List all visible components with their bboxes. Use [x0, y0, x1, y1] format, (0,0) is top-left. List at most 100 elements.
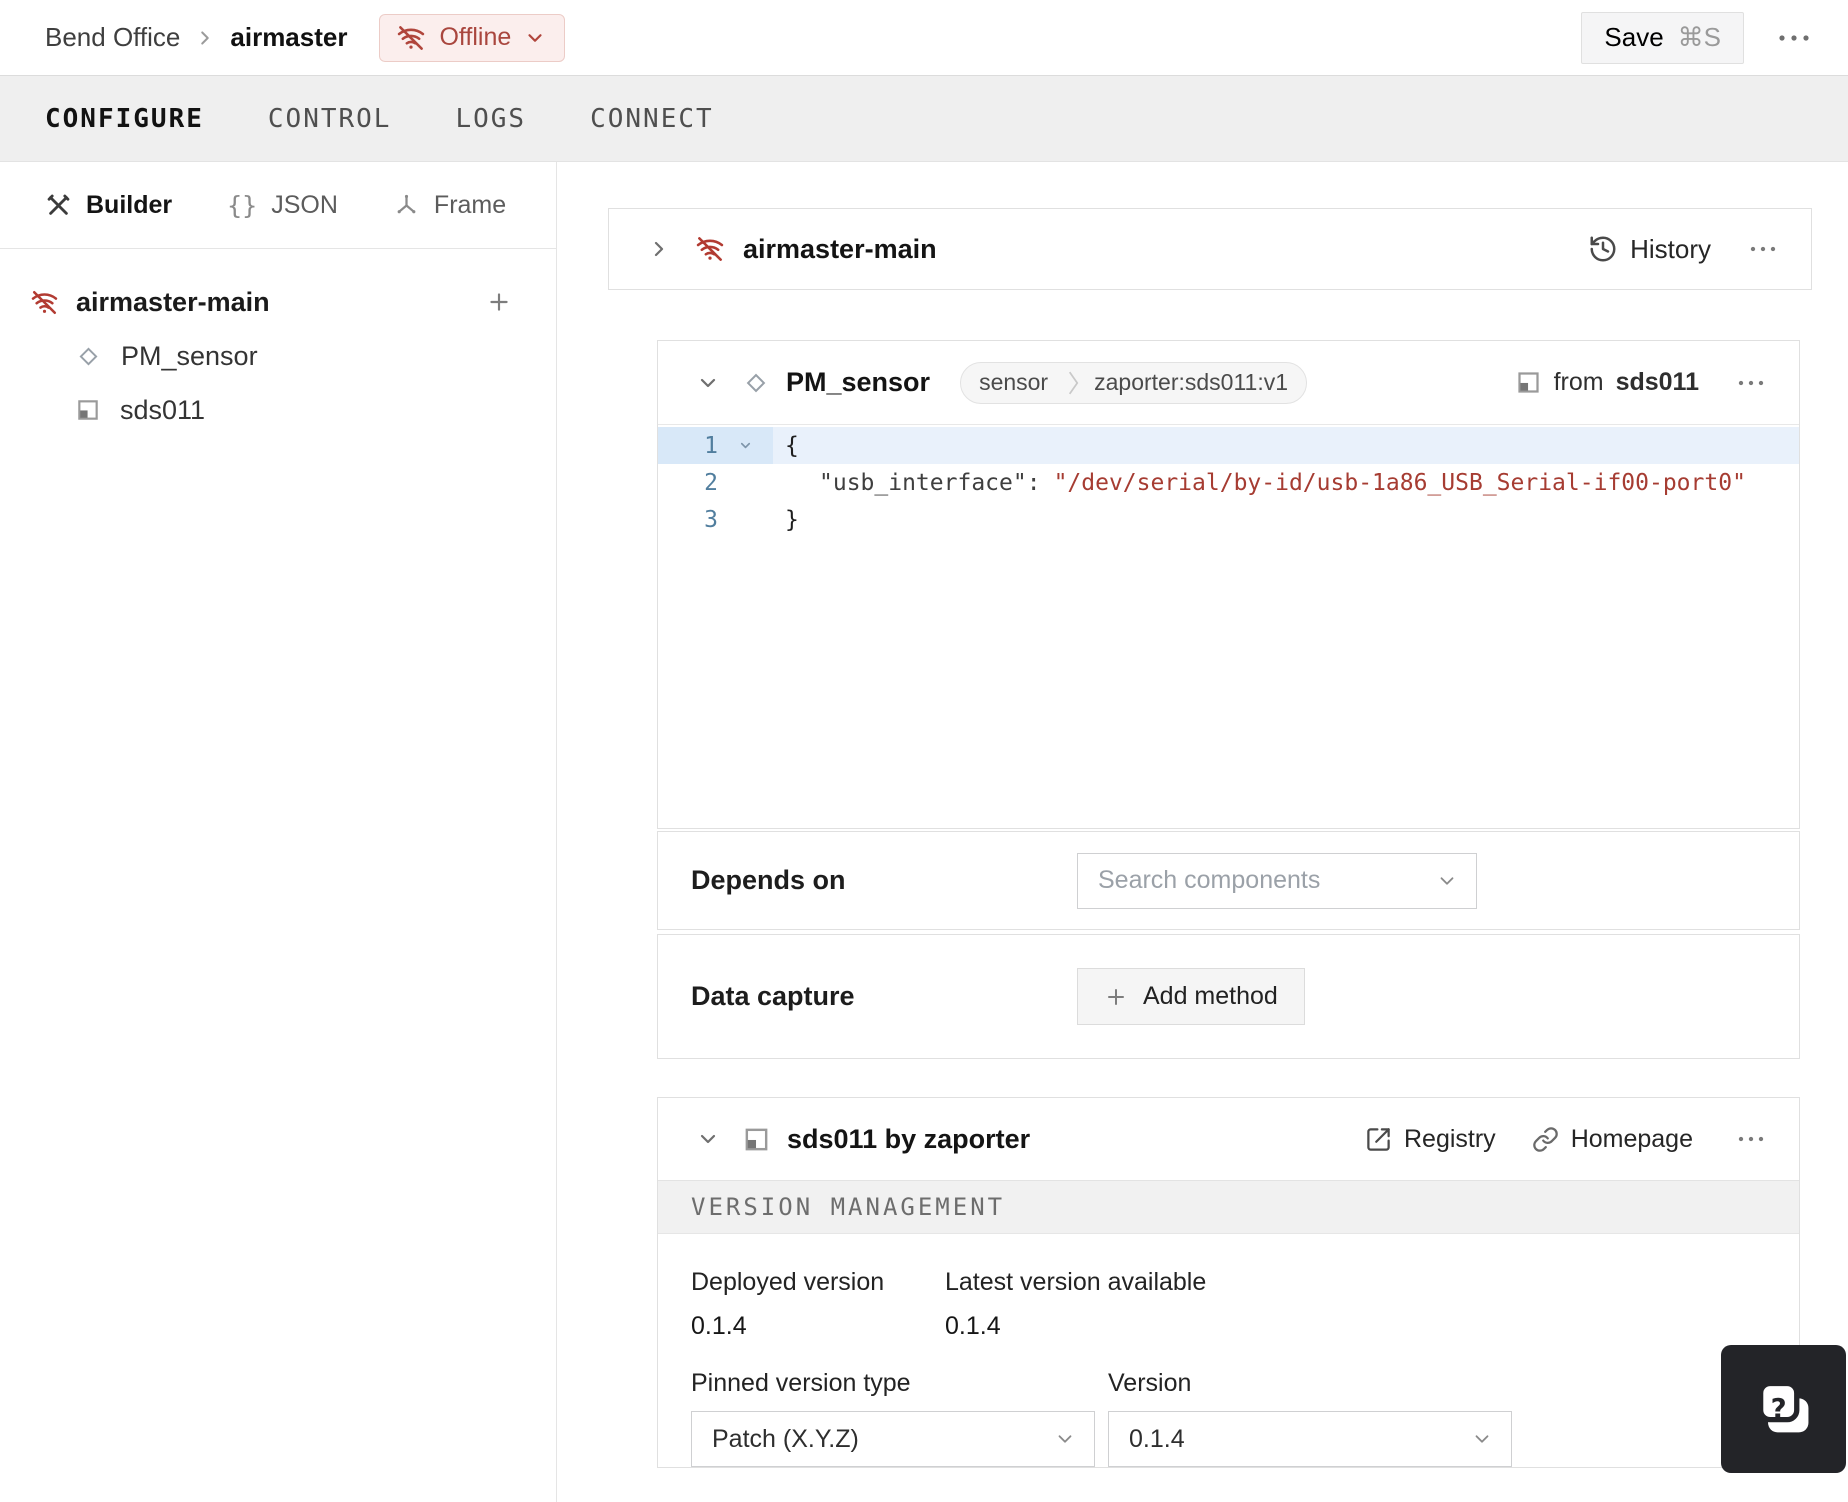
registry-link[interactable]: Registry: [1365, 1125, 1496, 1154]
version-select[interactable]: 0.1.4: [1108, 1411, 1512, 1467]
tree-item-airmaster-main[interactable]: airmaster-main: [0, 275, 556, 329]
chevron-down-icon: [700, 1134, 716, 1144]
component-tree: airmaster-main PM_sensor sds011: [0, 249, 556, 437]
machine-status-badge[interactable]: Offline: [379, 13, 566, 62]
view-builder-label: Builder: [86, 190, 173, 219]
plus-icon: [1108, 988, 1124, 1005]
ellipsis-icon: [1738, 380, 1764, 385]
tree-child-label: PM_sensor: [121, 340, 258, 371]
component-card-header: PM_sensor sensor zaporter:sds011:v1 from…: [658, 341, 1799, 425]
tab-control[interactable]: CONTROL: [268, 104, 392, 134]
from-prefix: from: [1553, 368, 1604, 396]
module-title: sds011 by zaporter: [787, 1123, 1031, 1154]
expand-part-button[interactable]: [641, 231, 677, 267]
code-line-1: 1 {: [658, 427, 1799, 464]
help-chat-icon: ?: [1757, 1380, 1808, 1433]
code-text: {: [785, 432, 799, 459]
breadcrumb-location[interactable]: Bend Office: [45, 22, 180, 53]
view-json-label: JSON: [271, 190, 338, 219]
breadcrumb-machine-name: airmaster: [230, 22, 348, 52]
collapse-module-button[interactable]: [690, 1121, 726, 1157]
view-switcher: Builder {} JSON Frame: [0, 162, 556, 249]
version-management-body: Deployed version 0.1.4 Latest version av…: [658, 1234, 1799, 1467]
latest-version-label: Latest version available: [945, 1268, 1207, 1296]
plus-icon: [490, 293, 508, 311]
module-more-button[interactable]: [1729, 1128, 1773, 1150]
view-json[interactable]: {} JSON: [227, 191, 338, 220]
module-card-sds011: sds011 by zaporter Registry Homepage VER…: [657, 1097, 1800, 1468]
depends-on-select[interactable]: Search components: [1077, 852, 1477, 909]
ellipsis-icon: [1779, 34, 1809, 41]
homepage-link[interactable]: Homepage: [1532, 1125, 1693, 1154]
tools-icon: [47, 194, 70, 215]
save-label: Save: [1604, 22, 1664, 52]
module-icon: [1517, 372, 1539, 393]
config-json-editor[interactable]: 1 { 2 "usb_interface": "/dev/serial/by-i…: [658, 425, 1799, 828]
json-key: "usb_interface":: [819, 469, 1041, 496]
external-link-icon: [1367, 1127, 1390, 1151]
code-line-3: 3 }: [658, 501, 1799, 538]
select-placeholder: Search components: [1098, 866, 1321, 894]
add-method-button[interactable]: Add method: [1077, 968, 1305, 1025]
pinned-version-type-select[interactable]: Patch (X.Y.Z): [691, 1411, 1095, 1467]
data-capture-label: Data capture: [691, 981, 855, 1011]
ellipsis-icon: [1750, 246, 1776, 252]
help-button[interactable]: ?: [1721, 1345, 1846, 1473]
from-module-name: sds011: [1615, 368, 1699, 396]
chevron-down-icon: [1440, 876, 1454, 885]
top-actions: Save ⌘S: [1581, 11, 1818, 64]
history-icon: [1590, 236, 1616, 262]
tab-logs[interactable]: LOGS: [455, 104, 526, 134]
tab-configure[interactable]: CONFIGURE: [45, 104, 204, 134]
history-button[interactable]: History: [1588, 234, 1711, 265]
from-module-link[interactable]: from sds011: [1515, 368, 1699, 397]
save-button[interactable]: Save ⌘S: [1581, 11, 1744, 64]
pinned-version-type-label: Pinned version type: [691, 1369, 911, 1397]
part-name: airmaster-main: [743, 233, 937, 264]
more-menu-button[interactable]: [1770, 26, 1818, 50]
view-frame[interactable]: Frame: [393, 191, 506, 220]
add-method-label: Add method: [1143, 982, 1278, 1010]
deployed-version-value: 0.1.4: [691, 1312, 747, 1340]
latest-version-value: 0.1.4: [945, 1312, 1001, 1340]
chevron-down-icon: [700, 378, 716, 387]
chevron-down-icon: [528, 33, 542, 42]
chevron-right-icon: [1069, 371, 1079, 394]
chevron-right-icon: [194, 27, 216, 49]
link-icon: [1532, 1126, 1558, 1152]
config-sidebar: Builder {} JSON Frame airmaster-main PM_…: [0, 162, 557, 1502]
version-label: Version: [1108, 1369, 1192, 1397]
fold-toggle-icon[interactable]: [718, 438, 773, 453]
wifi-off-icon: [696, 237, 724, 261]
tab-connect[interactable]: CONNECT: [590, 104, 714, 134]
deployed-version-label: Deployed version: [691, 1268, 885, 1296]
top-bar: Bend Office airmaster Offline Save ⌘S: [0, 0, 1848, 75]
module-icon: [745, 1128, 768, 1150]
diamond-icon: [79, 347, 98, 365]
add-component-button[interactable]: [480, 283, 518, 321]
save-shortcut: ⌘S: [1677, 22, 1721, 52]
line-number: 3: [704, 506, 718, 533]
status-label: Offline: [439, 23, 512, 51]
breadcrumb: Bend Office airmaster Offline: [45, 13, 566, 62]
chevron-down-icon: [1058, 1435, 1072, 1443]
line-number: 2: [704, 469, 718, 496]
view-builder[interactable]: Builder: [45, 191, 172, 220]
chevron-right-icon: [654, 241, 664, 257]
diamond-icon: [746, 373, 766, 392]
version-management-header: VERSION MANAGEMENT: [658, 1180, 1799, 1234]
part-more-button[interactable]: [1741, 238, 1785, 260]
module-card-header: sds011 by zaporter Registry Homepage: [658, 1098, 1799, 1180]
select-value: Patch (X.Y.Z): [712, 1424, 859, 1453]
component-more-button[interactable]: [1729, 372, 1773, 394]
braces-icon: {}: [227, 190, 258, 220]
code-line-2: 2 "usb_interface": "/dev/serial/by-id/us…: [658, 464, 1799, 501]
tree-item-pm-sensor[interactable]: PM_sensor: [0, 329, 556, 383]
tree-root-label: airmaster-main: [76, 286, 270, 317]
component-name: PM_sensor: [786, 367, 931, 397]
module-icon: [78, 400, 98, 420]
tree-child-label: sds011: [120, 394, 206, 425]
code-text: }: [785, 506, 799, 533]
tree-item-sds011[interactable]: sds011: [0, 383, 556, 437]
collapse-component-button[interactable]: [690, 365, 726, 401]
